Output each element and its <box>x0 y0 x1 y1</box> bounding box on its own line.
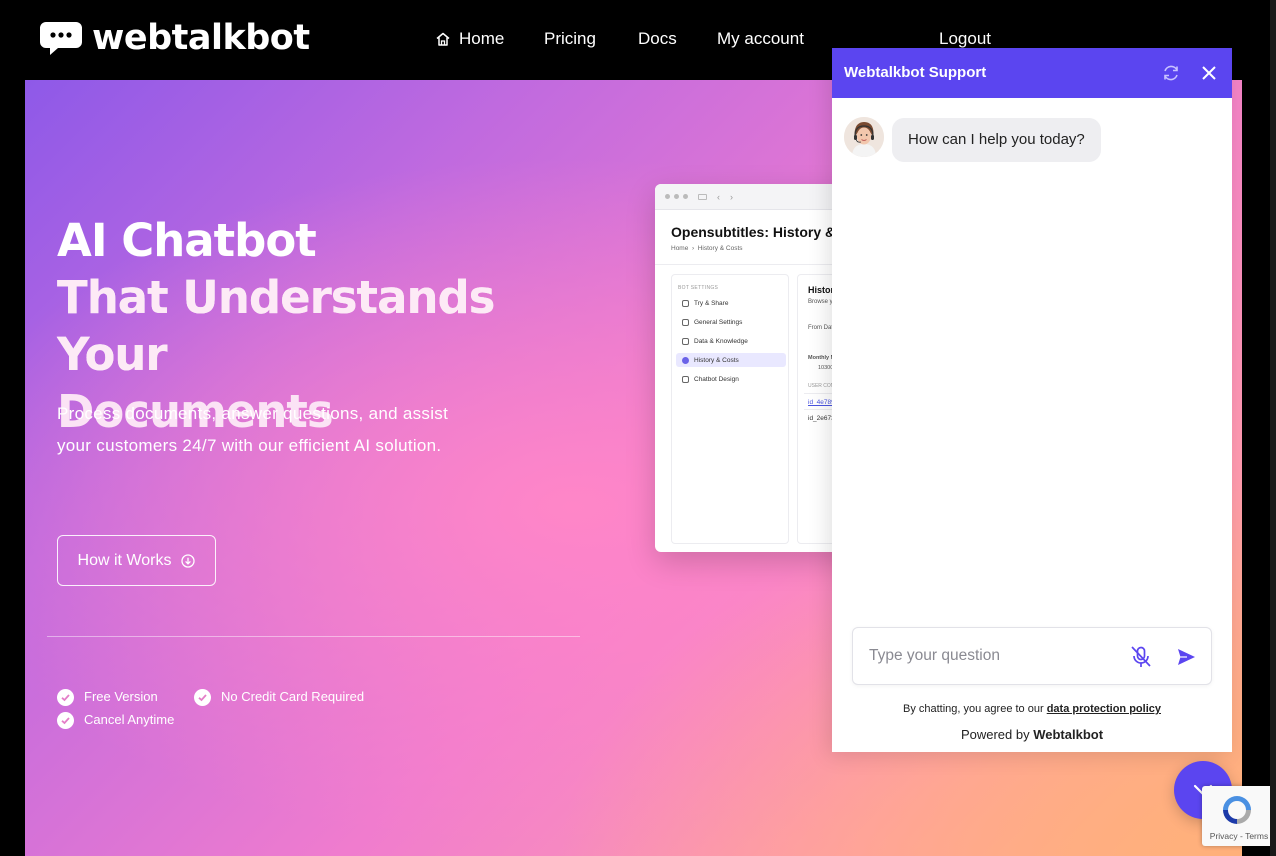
powered-brand[interactable]: Webtalkbot <box>1033 727 1103 742</box>
how-it-works-label: How it Works <box>77 551 172 569</box>
preview-item-general: General Settings <box>676 315 786 329</box>
logo[interactable]: webtalkbot <box>38 18 310 58</box>
close-icon[interactable] <box>1201 65 1217 81</box>
feature-label: Free Version <box>84 689 158 704</box>
preview-breadcrumb: Home › History & Costs <box>671 245 743 252</box>
feature-cancel-anytime: Cancel Anytime <box>57 711 174 729</box>
preview-monthly-value: 10300 <box>818 365 834 371</box>
feature-label: Cancel Anytime <box>84 712 175 727</box>
arrow-down-circle-icon <box>181 553 196 568</box>
data-protection-link[interactable]: data protection policy <box>1047 703 1161 715</box>
preview-title: Opensubtitles: History & <box>671 224 836 240</box>
feature-no-credit-card: No Credit Card Required <box>194 688 364 706</box>
nav-pricing[interactable]: Pricing <box>544 28 596 50</box>
refresh-icon[interactable] <box>1161 63 1181 83</box>
preview-id-2: id_2e673 <box>808 415 835 422</box>
feature-free-version: Free Version <box>57 688 158 706</box>
database-icon <box>682 337 689 345</box>
nav-home[interactable]: Home <box>435 28 504 50</box>
chat-bubble-logo-icon <box>40 22 82 55</box>
preview-item-history: History & Costs <box>676 353 786 367</box>
powered-by: Powered by Webtalkbot <box>832 727 1232 742</box>
recaptcha-badge[interactable]: Privacy - Terms <box>1202 786 1276 846</box>
hero-divider <box>47 636 580 637</box>
preview-sidebar-header: BOT SETTINGS <box>678 285 719 291</box>
page-scrollbar[interactable] <box>1270 0 1276 856</box>
preview-item-data: Data & Knowledge <box>676 334 786 348</box>
hero-subtitle: Process documents, answer questions, and… <box>57 404 449 455</box>
headline-line-1: AI Chatbot <box>57 214 317 267</box>
nav-home-label: Home <box>459 29 505 48</box>
preview-id-1: id_4e789 <box>808 399 835 406</box>
check-icon <box>57 688 74 706</box>
terms-prefix: By chatting, you agree to our <box>902 703 1044 715</box>
chat-question-input[interactable] <box>869 645 1119 667</box>
bot-avatar <box>844 117 884 157</box>
microphone-off-icon[interactable] <box>1128 644 1154 670</box>
nav-my-account[interactable]: My account <box>717 28 804 50</box>
chat-header: Webtalkbot Support <box>832 48 1232 98</box>
check-icon <box>194 688 211 706</box>
recaptcha-links[interactable]: Privacy - Terms <box>1202 831 1276 841</box>
chat-input-container <box>852 627 1212 685</box>
edit-icon <box>682 375 689 383</box>
chat-widget: Webtalkbot Support How can I help you to… <box>832 48 1232 752</box>
logo-text: webtalkbot <box>92 18 310 58</box>
how-it-works-button[interactable]: How it Works <box>57 535 216 586</box>
gear-icon <box>682 318 689 326</box>
chevron-left-icon: ‹ <box>717 191 720 202</box>
nav-docs[interactable]: Docs <box>638 28 677 50</box>
chat-terms: By chatting, you agree to our data prote… <box>832 703 1232 715</box>
check-icon <box>57 711 74 729</box>
preview-item-try-share: Try & Share <box>676 296 786 310</box>
home-icon <box>436 32 450 46</box>
nav-logout[interactable]: Logout <box>939 28 991 50</box>
headline-line-2: That Understands Your <box>57 269 617 383</box>
chat-title: Webtalkbot Support <box>844 64 987 81</box>
bot-message-bubble: How can I help you today? <box>892 118 1101 162</box>
feature-label: No Credit Card Required <box>221 689 365 704</box>
send-icon[interactable] <box>1175 646 1197 668</box>
preview-item-design: Chatbot Design <box>676 372 786 386</box>
powered-prefix: Powered by <box>960 727 1030 742</box>
clock-icon <box>682 356 689 364</box>
preview-sidebar: BOT SETTINGS Try & Share General Setting… <box>671 274 789 544</box>
chevron-right-icon: › <box>730 191 733 202</box>
sidebar-toggle-icon <box>698 193 707 200</box>
link-icon <box>682 299 689 307</box>
recaptcha-icon <box>1223 796 1251 824</box>
